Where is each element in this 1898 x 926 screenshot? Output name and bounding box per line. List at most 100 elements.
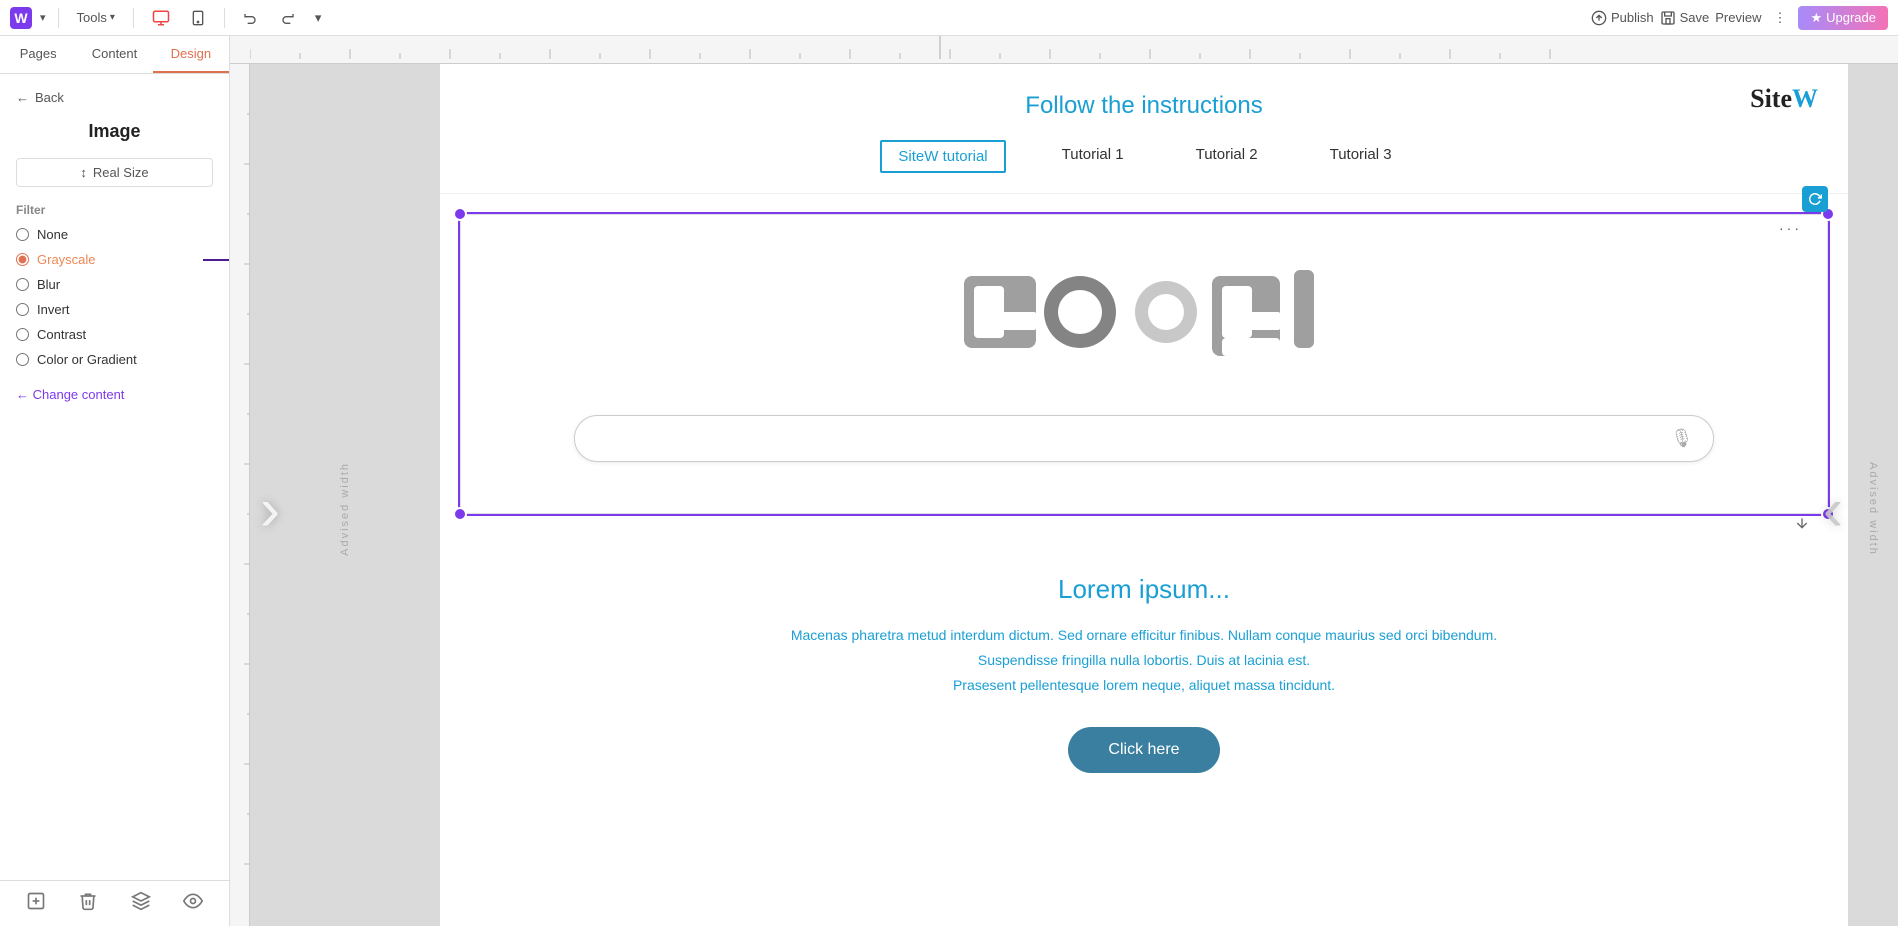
ruler-vertical	[230, 64, 250, 926]
filter-invert-label: Invert	[37, 302, 70, 317]
google-image-block: 🎙	[460, 214, 1828, 514]
tools-menu[interactable]: Tools ▾	[71, 8, 121, 27]
star-icon: ★	[1810, 10, 1822, 26]
undo-button[interactable]	[237, 8, 265, 28]
add-section-button[interactable]	[26, 891, 46, 916]
refresh-button[interactable]	[1802, 186, 1828, 212]
layers-button[interactable]	[131, 891, 151, 916]
site-logo: SiteW	[1481, 84, 1818, 114]
logo-text-site: SiteW	[1750, 84, 1818, 113]
lorem-ipsum-section: Lorem ipsum... Macenas pharetra metud in…	[440, 534, 1848, 803]
sidebar-bottom-toolbar	[0, 880, 229, 926]
filter-contrast-radio[interactable]	[16, 328, 29, 341]
canvas-area: › Advised width Advised width ‹	[230, 36, 1898, 926]
resize-handle[interactable]	[1794, 515, 1810, 536]
save-button[interactable]: Save	[1660, 10, 1710, 26]
filter-color-gradient-radio[interactable]	[16, 353, 29, 366]
page-wrapper: › Advised width Advised width ‹	[250, 64, 1898, 926]
change-content-label: ← Change content	[16, 387, 124, 402]
real-size-label: Real Size	[93, 165, 149, 180]
tab-content[interactable]: Content	[76, 36, 152, 73]
save-label: Save	[1680, 10, 1710, 25]
handle-bottom-left[interactable]	[453, 507, 467, 521]
google-search-bar[interactable]: 🎙	[574, 415, 1714, 462]
chevron-down-icon[interactable]: ▾	[40, 11, 46, 24]
chevron-down-icon: ▾	[315, 10, 322, 26]
filter-blur-label: Blur	[37, 277, 60, 292]
upgrade-button[interactable]: ★ Upgrade	[1798, 6, 1888, 30]
divider	[224, 8, 225, 28]
nav-item-sitew-tutorial[interactable]: SiteW tutorial	[880, 140, 1005, 173]
filter-blur[interactable]: Blur	[16, 277, 213, 292]
filter-section-label: Filter	[16, 203, 213, 217]
page-content: Follow the instructions SiteW SiteW tuto…	[440, 64, 1848, 926]
ruler-horizontal	[230, 36, 1898, 64]
more-options-button[interactable]: ···	[1779, 220, 1802, 236]
back-button[interactable]: ← Back	[16, 90, 213, 105]
tools-label: Tools	[77, 10, 107, 25]
tab-design[interactable]: Design	[153, 36, 229, 73]
advised-width-right-zone: Advised width	[1848, 64, 1898, 926]
tab-pages[interactable]: Pages	[0, 36, 76, 73]
preview-label: Preview	[1715, 10, 1761, 25]
arrow-indicator	[203, 259, 229, 261]
filter-grayscale-radio[interactable]	[16, 253, 29, 266]
section-title: Image	[16, 121, 213, 142]
ruler-v-ticks	[230, 64, 250, 926]
advised-width-right-text: Advised width	[1867, 462, 1879, 556]
filter-grayscale-label: Grayscale	[37, 252, 96, 267]
filter-contrast-label: Contrast	[37, 327, 86, 342]
nav-arrow-left[interactable]: ›	[260, 475, 280, 544]
visibility-button[interactable]	[183, 891, 203, 916]
instruction-title: Follow the instructions	[807, 92, 1481, 120]
publish-button[interactable]: Publish	[1591, 10, 1654, 26]
click-here-button[interactable]: Click here	[1068, 727, 1219, 773]
page-title: Follow the instructions	[807, 84, 1481, 120]
more-options-button[interactable]: ⋮	[1767, 8, 1792, 28]
lorem-title: Lorem ipsum...	[500, 574, 1788, 605]
filter-grayscale[interactable]: Grayscale	[16, 252, 213, 267]
divider	[58, 8, 59, 28]
nav-item-tutorial-2[interactable]: Tutorial 2	[1180, 140, 1274, 173]
delete-button[interactable]	[78, 891, 98, 916]
upgrade-label: Upgrade	[1826, 10, 1876, 25]
page-canvas: › Advised width Advised width ‹	[250, 64, 1898, 926]
main-layout: Pages Content Design ← Back Image ↕ Real…	[0, 36, 1898, 926]
google-logo	[964, 266, 1324, 391]
sidebar: Pages Content Design ← Back Image ↕ Real…	[0, 36, 230, 926]
redo-button[interactable]	[273, 8, 301, 28]
change-content-button[interactable]: ← Change content	[16, 387, 213, 402]
divider	[133, 8, 134, 28]
sidebar-panel: ← Back Image ↕ Real Size Filter None Gra…	[0, 74, 229, 880]
filter-contrast[interactable]: Contrast	[16, 327, 213, 342]
filter-invert[interactable]: Invert	[16, 302, 213, 317]
nav-item-tutorial-3[interactable]: Tutorial 3	[1314, 140, 1408, 173]
back-label: Back	[35, 90, 64, 105]
filter-blur-radio[interactable]	[16, 278, 29, 291]
nav-arrow-right[interactable]: ‹	[1823, 475, 1843, 544]
publish-label: Publish	[1611, 10, 1654, 25]
real-size-button[interactable]: ↕ Real Size	[16, 158, 213, 187]
advised-width-left-text: Advised width	[339, 462, 351, 556]
chevron-down-icon: ▾	[110, 12, 115, 23]
site-header: Follow the instructions SiteW	[440, 64, 1848, 130]
filter-color-gradient[interactable]: Color or Gradient	[16, 352, 213, 367]
filter-color-gradient-label: Color or Gradient	[37, 352, 137, 367]
filter-invert-radio[interactable]	[16, 303, 29, 316]
filter-none-radio[interactable]	[16, 228, 29, 241]
ruler-ticks	[250, 36, 1898, 59]
more-history-button[interactable]: ▾	[309, 8, 328, 28]
nav-item-tutorial-1[interactable]: Tutorial 1	[1046, 140, 1140, 173]
handle-top-left[interactable]	[453, 207, 467, 221]
w-logo[interactable]: W	[10, 7, 32, 29]
device-desktop[interactable]	[146, 7, 176, 29]
mic-icon[interactable]: 🎙	[1670, 428, 1693, 449]
toolbar-left: W ▾ Tools ▾ ▾	[10, 7, 327, 29]
lorem-text: Macenas pharetra metud interdum dictum. …	[769, 623, 1519, 699]
toolbar: W ▾ Tools ▾ ▾ Publish Save	[0, 0, 1898, 36]
filter-none[interactable]: None	[16, 227, 213, 242]
filter-none-label: None	[37, 227, 68, 242]
sidebar-tabs: Pages Content Design	[0, 36, 229, 74]
device-mobile[interactable]	[184, 7, 212, 29]
preview-button[interactable]: Preview	[1715, 10, 1761, 25]
